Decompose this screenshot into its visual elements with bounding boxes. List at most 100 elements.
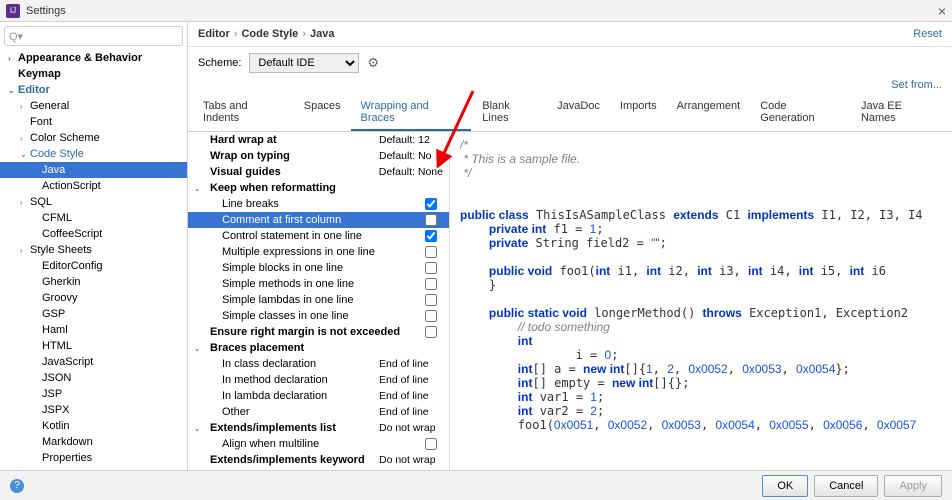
sidebar-item-label: Editor [18,84,50,96]
help-icon[interactable]: ? [10,479,24,493]
gear-icon[interactable]: ⚙ [367,55,379,71]
sidebar-item-label: JSP [42,388,62,400]
option-extends-implements-keyword[interactable]: Extends/implements keywordDo not wrap [188,452,449,468]
option-checkbox[interactable] [425,230,437,242]
reset-link[interactable]: Reset [913,28,942,40]
option-checkbox[interactable] [425,214,437,226]
option-checkbox[interactable] [425,246,437,258]
sidebar-item-appearance-behavior[interactable]: ›Appearance & Behavior [0,50,187,66]
set-from-link[interactable]: Set from... [188,79,952,95]
option-in-lambda-declaration[interactable]: In lambda declarationEnd of line [188,388,449,404]
option-ensure-right-margin-is-not-exceeded[interactable]: Ensure right margin is not exceeded [188,324,449,340]
sidebar-item-haml[interactable]: Haml [0,322,187,338]
tab-wrapping-and-braces[interactable]: Wrapping and Braces [351,95,471,131]
option-checkbox[interactable] [425,262,437,274]
option-braces-placement[interactable]: ⌄Braces placement [188,340,449,356]
tab-tabs-and-indents[interactable]: Tabs and Indents [194,95,293,131]
option-checkbox[interactable] [425,294,437,306]
sidebar-item-coffeescript[interactable]: CoffeeScript [0,226,187,242]
sidebar-item-json[interactable]: JSON [0,370,187,386]
option-wrap-on-typing[interactable]: Wrap on typingDefault: No [188,148,449,164]
option-hard-wrap-at[interactable]: Hard wrap atDefault: 12 [188,132,449,148]
sidebar-item-style-sheets[interactable]: ›Style Sheets [0,242,187,258]
option-in-method-declaration[interactable]: In method declarationEnd of line [188,372,449,388]
close-icon[interactable]: × [938,3,946,19]
option-in-class-declaration[interactable]: In class declarationEnd of line [188,356,449,372]
app-icon: IJ [6,4,20,18]
sidebar-item-markdown[interactable]: Markdown [0,434,187,450]
sidebar-item-label: Java [42,164,65,176]
tab-blank-lines[interactable]: Blank Lines [473,95,546,131]
sidebar-item-kotlin[interactable]: Kotlin [0,418,187,434]
sidebar-item-cfml[interactable]: CFML [0,210,187,226]
sidebar-item-label: Code Style [30,148,84,160]
option-label: Visual guides [204,166,375,178]
tab-arrangement[interactable]: Arrangement [668,95,750,131]
search-input[interactable] [27,30,178,42]
sidebar-item-color-scheme[interactable]: ›Color Scheme [0,130,187,146]
ok-button[interactable]: OK [762,475,808,497]
option-checkbox[interactable] [425,326,437,338]
sidebar-item-keymap[interactable]: Keymap [0,66,187,82]
option-simple-blocks-in-one-line[interactable]: Simple blocks in one line [188,260,449,276]
tab-javadoc[interactable]: JavaDoc [548,95,609,131]
sidebar-item-editor[interactable]: ⌄Editor [0,82,187,98]
sidebar-item-jspx[interactable]: JSPX [0,402,187,418]
sidebar-item-properties[interactable]: Properties [0,450,187,466]
option-align-when-multiline[interactable]: Align when multiline [188,436,449,452]
sidebar-item-label: Groovy [42,292,77,304]
search-box[interactable]: Q▾ [4,26,183,46]
option-checkbox[interactable] [425,278,437,290]
option-comment-at-first-column[interactable]: Comment at first column [188,212,449,228]
sidebar: Q▾ ›Appearance & BehaviorKeymap⌄Editor›G… [0,22,188,470]
scheme-label: Scheme: [198,57,241,69]
sidebar-item-label: JSPX [42,404,70,416]
sidebar-item-sql[interactable]: ›SQL [0,194,187,210]
option-simple-methods-in-one-line[interactable]: Simple methods in one line [188,276,449,292]
code-preview: /* * This is a sample file. */ public cl… [450,132,952,470]
option-checkbox[interactable] [425,310,437,322]
sidebar-item-gsp[interactable]: GSP [0,306,187,322]
option-checkbox[interactable] [425,198,437,210]
option-label: Simple classes in one line [204,310,425,322]
scheme-select[interactable]: Default IDE [249,53,359,73]
option-label: Other [204,406,375,418]
sidebar-item-general[interactable]: ›General [0,98,187,114]
sidebar-item-jsp[interactable]: JSP [0,386,187,402]
sidebar-item-label: JSON [42,372,71,384]
option-visual-guides[interactable]: Visual guidesDefault: None [188,164,449,180]
option-line-breaks[interactable]: Line breaks [188,196,449,212]
option-keep-when-reformatting[interactable]: ⌄Keep when reformatting [188,180,449,196]
sidebar-item-label: Markdown [42,436,93,448]
apply-button[interactable]: Apply [884,475,942,497]
sidebar-item-code-style[interactable]: ⌄Code Style [0,146,187,162]
sidebar-item-html[interactable]: HTML [0,338,187,354]
sidebar-item-font[interactable]: Font [0,114,187,130]
sidebar-item-javascript[interactable]: JavaScript [0,354,187,370]
option-simple-classes-in-one-line[interactable]: Simple classes in one line [188,308,449,324]
sidebar-item-label: JavaScript [42,356,93,368]
cancel-button[interactable]: Cancel [814,475,878,497]
option-other[interactable]: OtherEnd of line [188,404,449,420]
sidebar-item-label: Properties [42,452,92,464]
option-checkbox[interactable] [425,438,437,450]
option-control-statement-in-one-line[interactable]: Control statement in one line [188,228,449,244]
option-value: End of line [375,406,443,418]
sidebar-item-groovy[interactable]: Groovy [0,290,187,306]
sidebar-item-gherkin[interactable]: Gherkin [0,274,187,290]
option-label: In lambda declaration [204,390,375,402]
tab-java-ee-names[interactable]: Java EE Names [852,95,946,131]
option-label: Simple methods in one line [204,278,425,290]
option-multiple-expressions-in-one-line[interactable]: Multiple expressions in one line [188,244,449,260]
option-label: Extends/implements keyword [204,454,375,466]
sidebar-item-actionscript[interactable]: ActionScript [0,178,187,194]
option-extends-implements-list[interactable]: ⌄Extends/implements listDo not wrap [188,420,449,436]
tab-spaces[interactable]: Spaces [295,95,350,131]
tab-code-generation[interactable]: Code Generation [751,95,850,131]
option-value: End of line [375,390,443,402]
sidebar-item-java[interactable]: Java [0,162,187,178]
tab-imports[interactable]: Imports [611,95,666,131]
sidebar-item-editorconfig[interactable]: EditorConfig [0,258,187,274]
tree-arrow-icon: ⌄ [20,150,30,159]
option-simple-lambdas-in-one-line[interactable]: Simple lambdas in one line [188,292,449,308]
